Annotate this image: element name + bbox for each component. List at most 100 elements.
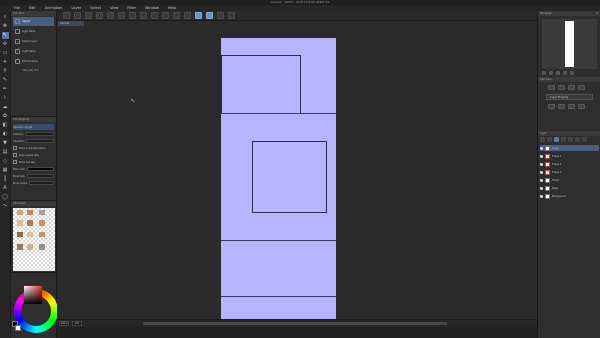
fill-icon[interactable] xyxy=(129,12,136,19)
eyedropper-icon[interactable]: ⚲ xyxy=(2,68,9,75)
subtool-item-edit-timeline[interactable]: Edit timeline xyxy=(13,57,54,66)
fit-icon[interactable] xyxy=(556,71,560,75)
preview-icon[interactable] xyxy=(228,12,235,19)
open-icon[interactable] xyxy=(74,12,81,19)
new-layer-icon[interactable] xyxy=(575,137,580,142)
property-row[interactable]: Selection xyxy=(13,131,54,137)
checkbox[interactable] xyxy=(13,146,17,150)
subview-btn[interactable] xyxy=(578,104,585,109)
layer-row[interactable]: Folder xyxy=(540,177,599,183)
layer-row[interactable]: Frame 1 xyxy=(540,153,599,159)
new-icon[interactable] xyxy=(63,12,70,19)
decoration-icon[interactable]: ✿ xyxy=(2,113,9,120)
frame-border-icon[interactable]: ▦ xyxy=(2,167,9,174)
subview-btn[interactable] xyxy=(568,104,575,109)
rotate-icon[interactable] xyxy=(563,71,567,75)
deselect-icon[interactable] xyxy=(151,12,158,19)
property-row[interactable]: Main color xyxy=(13,166,54,172)
property-field[interactable] xyxy=(25,132,54,136)
eye-icon[interactable] xyxy=(540,170,543,174)
sub-color-swatch[interactable] xyxy=(15,325,21,331)
transform-icon[interactable] xyxy=(140,12,147,19)
property-field[interactable] xyxy=(29,181,54,185)
eye-icon[interactable] xyxy=(540,154,543,158)
balloon-icon[interactable]: ◯ xyxy=(2,194,9,201)
property-row[interactable]: Brush shape xyxy=(13,180,54,186)
layer-row[interactable]: Frame 3 xyxy=(540,169,599,175)
layer-property-row[interactable]: Layer Property xyxy=(546,94,593,100)
eraser-icon[interactable]: ◧ xyxy=(2,122,9,129)
eye-icon[interactable] xyxy=(540,194,543,198)
save-icon[interactable] xyxy=(85,12,92,19)
property-row[interactable]: Show handles xyxy=(13,159,54,165)
canvas-page[interactable] xyxy=(221,38,336,319)
zoom-icon[interactable]: ⌕ xyxy=(2,14,9,21)
subtool-item-select-layer[interactable]: Select layer xyxy=(13,37,54,46)
lock-icon[interactable] xyxy=(568,137,573,142)
canvas-area[interactable]: ↖ xyxy=(57,26,537,319)
eye-icon[interactable] xyxy=(540,178,543,182)
preview-thumbnail[interactable] xyxy=(13,208,55,271)
subtool-item-object[interactable]: Object xyxy=(13,17,54,26)
frame-border-1[interactable] xyxy=(221,55,301,114)
property-row[interactable]: Operation target xyxy=(13,124,54,130)
snap-ruler-icon[interactable] xyxy=(195,12,202,19)
eye-icon[interactable] xyxy=(540,186,543,190)
ref-layer-icon[interactable] xyxy=(561,137,566,142)
pencil-icon[interactable]: ✏ xyxy=(2,86,9,93)
zoom-out-icon[interactable] xyxy=(549,71,553,75)
angle-field[interactable]: 0.0 xyxy=(72,321,82,326)
panel-menu-icon[interactable]: ≡ xyxy=(596,11,598,16)
subview-btn[interactable] xyxy=(548,85,555,90)
snap-special-ruler-icon[interactable] xyxy=(206,12,213,19)
add-subtool-button[interactable]: Add sub tool xyxy=(11,67,56,72)
horizontal-scrollbar[interactable] xyxy=(143,322,447,325)
subview-btn[interactable] xyxy=(578,85,585,90)
invert-icon[interactable] xyxy=(173,12,180,19)
gradient-icon[interactable]: ▤ xyxy=(2,149,9,156)
snap-grid-icon[interactable] xyxy=(217,12,224,19)
fill-icon[interactable]: ▼ xyxy=(2,140,9,147)
property-field[interactable] xyxy=(26,174,54,178)
subview-btn[interactable] xyxy=(558,104,565,109)
layer-row[interactable]: Background xyxy=(540,193,599,199)
layer-row[interactable]: Paper xyxy=(540,185,599,191)
zoom-in-icon[interactable] xyxy=(542,71,546,75)
property-row[interactable]: Transform xyxy=(13,138,54,144)
selection-icon[interactable]: ▭ xyxy=(2,50,9,57)
ruler-icon[interactable]: ┃ xyxy=(2,176,9,183)
eye-icon[interactable] xyxy=(540,162,543,166)
property-row[interactable]: Show in transformation xyxy=(13,145,54,151)
checkbox[interactable] xyxy=(13,153,17,157)
flip-icon[interactable] xyxy=(570,71,574,75)
property-field[interactable] xyxy=(26,139,54,143)
layer-row[interactable]: Layer xyxy=(540,145,599,151)
move-layer-icon[interactable]: ✣ xyxy=(2,41,9,48)
subtool-item-light-table-2[interactable]: Light table xyxy=(13,47,54,56)
airbrush-icon[interactable]: ☁ xyxy=(2,104,9,111)
subview-btn[interactable] xyxy=(568,85,575,90)
blend-mode-icon[interactable] xyxy=(540,137,545,142)
opacity-icon[interactable] xyxy=(547,137,552,142)
redo-icon[interactable] xyxy=(107,12,114,19)
text-icon[interactable]: A xyxy=(2,185,9,192)
auto-select-icon[interactable]: ✦ xyxy=(2,59,9,66)
subtool-item-light-table[interactable]: Light table xyxy=(13,27,54,36)
figure-icon[interactable]: ◇ xyxy=(2,158,9,165)
pen-icon[interactable]: ✎ xyxy=(2,77,9,84)
brush-icon[interactable]: ⌇ xyxy=(2,95,9,102)
clip-icon[interactable] xyxy=(554,137,559,142)
operation-icon[interactable]: ↖ xyxy=(1,32,9,39)
undo-icon[interactable] xyxy=(96,12,103,19)
select-all-icon[interactable] xyxy=(162,12,169,19)
checkbox[interactable] xyxy=(13,160,17,164)
navigator-preview[interactable] xyxy=(542,19,597,69)
frame-border-2[interactable] xyxy=(252,141,327,213)
property-row[interactable]: Brush size xyxy=(13,173,54,179)
zoom-field[interactable]: 100.0 xyxy=(59,321,69,326)
layer-row[interactable]: Frame 2 xyxy=(540,161,599,167)
blend-icon[interactable]: ◐ xyxy=(2,131,9,138)
subview-btn[interactable] xyxy=(548,104,555,109)
correct-line-icon[interactable]: 〜 xyxy=(2,203,9,210)
property-row[interactable]: Keep aspect ratio xyxy=(13,152,54,158)
